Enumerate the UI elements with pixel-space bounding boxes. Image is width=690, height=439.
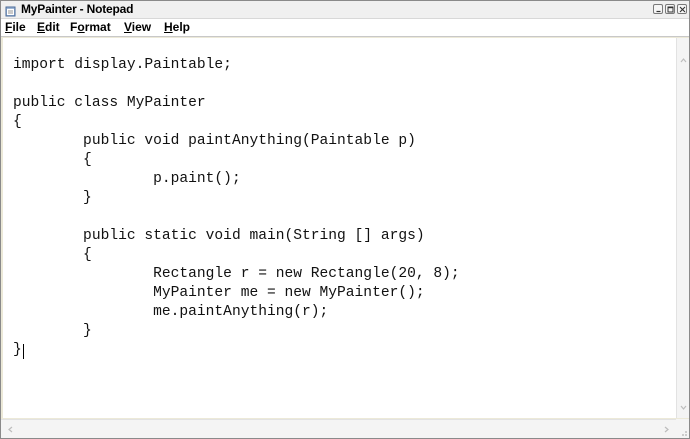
code-line: me.paintAnything(r);: [13, 304, 329, 320]
notepad-icon[interactable]: [5, 4, 16, 17]
menu-view-label: iew: [131, 20, 152, 34]
menu-view[interactable]: View: [124, 20, 151, 35]
close-icon: [679, 6, 686, 13]
code-line: import display.Paintable;: [13, 57, 232, 73]
code-line: {: [13, 247, 92, 263]
code-line: }: [13, 342, 22, 358]
notepad-window: MyPainter - Notepad File Edit Format Vie…: [0, 0, 690, 439]
resize-grip-icon: [682, 431, 687, 436]
text-editor[interactable]: import display.Paintable; public class M…: [3, 38, 676, 418]
menu-help-accel: H: [164, 20, 173, 34]
code-line: p.paint();: [13, 171, 241, 187]
code-line: Rectangle r = new Rectangle(20, 8);: [13, 266, 460, 282]
scroll-right-icon[interactable]: [661, 424, 672, 435]
vertical-scrollbar[interactable]: [676, 38, 689, 418]
code-line: {: [13, 114, 22, 130]
scroll-left-icon[interactable]: [5, 424, 16, 435]
minimize-button[interactable]: [653, 4, 663, 14]
code-line: public void paintAnything(Paintable p): [13, 133, 416, 149]
code-line: public class MyPainter: [13, 95, 206, 111]
maximize-button[interactable]: [665, 4, 675, 14]
menu-format[interactable]: Format: [70, 20, 111, 35]
minimize-icon: [656, 10, 661, 13]
menu-edit-accel: E: [37, 20, 46, 34]
title-bar[interactable]: MyPainter - Notepad: [1, 1, 689, 19]
menu-help[interactable]: Help: [164, 20, 190, 35]
code-line: {: [13, 152, 92, 168]
menu-view-accel: V: [124, 20, 132, 34]
scroll-up-icon[interactable]: [678, 55, 689, 66]
menu-file[interactable]: File: [5, 20, 26, 35]
scroll-down-icon[interactable]: [678, 402, 689, 413]
maximize-icon: [667, 6, 674, 13]
text-caret: [23, 344, 24, 359]
menu-edit[interactable]: Edit: [37, 20, 60, 35]
close-button[interactable]: [677, 4, 687, 14]
size-grip[interactable]: [676, 419, 689, 438]
code-line: }: [13, 190, 92, 206]
menu-format-accel: o: [77, 20, 85, 34]
menu-help-label: elp: [172, 20, 191, 34]
menu-edit-label: dit: [45, 20, 60, 34]
code-line: public static void main(String [] args): [13, 228, 425, 244]
code-line: MyPainter me = new MyPainter();: [13, 285, 425, 301]
code-line: }: [13, 323, 92, 339]
menu-format-label: rmat: [84, 20, 111, 34]
window-title: MyPainter - Notepad: [21, 2, 134, 16]
horizontal-scrollbar[interactable]: [1, 419, 676, 438]
menu-file-label: ile: [12, 20, 26, 34]
menu-bar: File Edit Format View Help: [1, 19, 689, 37]
